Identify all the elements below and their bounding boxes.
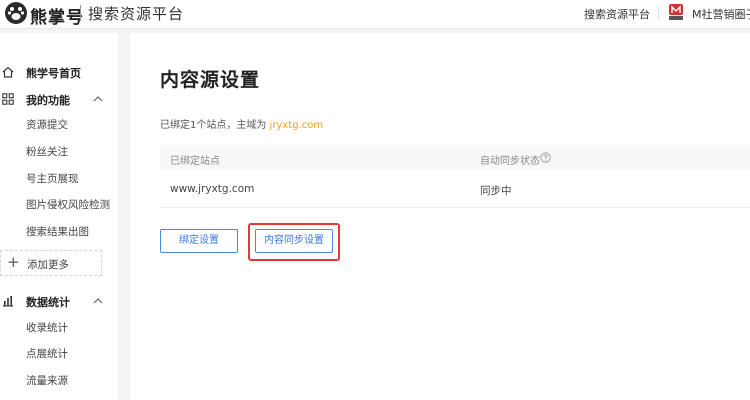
top-header: 熊掌号 搜索资源平台 搜索资源平台 M社营销圈子: [0, 0, 750, 29]
add-more-label: 添加更多: [27, 259, 69, 271]
sidebar-group-stats[interactable]: 数据统计: [0, 292, 118, 312]
cell-site: www.jryxtg.com: [170, 183, 255, 195]
content-sync-settings-button[interactable]: 内容同步设置: [255, 229, 333, 253]
bind-domain-link[interactable]: jryxtg.com: [270, 120, 324, 131]
plus-icon: +: [7, 253, 20, 271]
sidebar: 熊学号首页 我的功能 资源提交 粉丝关注 号主页展现 图片侵权风险检测 搜索结果…: [0, 33, 118, 400]
bind-info-text: 已绑定1个站点，主域为: [160, 120, 270, 131]
sidebar-item-home[interactable]: 熊学号首页: [0, 63, 118, 83]
sidebar-item-index-stats[interactable]: 收录统计: [26, 320, 68, 335]
brand-name[interactable]: 熊掌号: [30, 3, 84, 28]
sidebar-item-resource-submit[interactable]: 资源提交: [26, 117, 68, 132]
chevron-up-icon[interactable]: [93, 297, 103, 305]
table-header: 已绑定站点 自动同步状态: [160, 145, 750, 171]
sidebar-item-image-infringement[interactable]: 图片侵权风险检测: [26, 197, 110, 212]
bind-info: 已绑定1个站点，主域为 jryxtg.com: [160, 116, 323, 131]
sidebar-item-fans[interactable]: 粉丝关注: [26, 144, 68, 159]
user-name[interactable]: M社营销圈子: [692, 6, 750, 22]
bar-chart-icon: [3, 296, 13, 307]
bind-settings-button[interactable]: 绑定设置: [160, 229, 238, 253]
main-content: 内容源设置 已绑定1个站点，主域为 jryxtg.com 已绑定站点 自动同步状…: [130, 33, 750, 400]
brand-divider: [80, 5, 81, 21]
home-icon: [2, 66, 14, 78]
sidebar-group-functions[interactable]: 我的功能: [0, 90, 118, 110]
header-divider: [658, 6, 659, 20]
sidebar-group-label: 我的功能: [26, 94, 70, 107]
sidebar-item-search-image[interactable]: 搜索结果出图: [26, 224, 89, 239]
search-platform-link[interactable]: 搜索资源平台: [584, 6, 650, 22]
help-circle-icon[interactable]: [540, 152, 551, 163]
sidebar-item-display-stats[interactable]: 点展统计: [26, 346, 68, 361]
chevron-up-icon[interactable]: [93, 95, 103, 103]
table-row: www.jryxtg.com 同步中: [160, 171, 750, 208]
column-header-sync-status: 自动同步状态: [480, 156, 540, 167]
column-header-site: 已绑定站点: [170, 156, 220, 167]
grid-icon: [2, 93, 14, 105]
brand-subtitle: 搜索资源平台: [88, 5, 185, 23]
cell-sync-status: 同步中: [480, 185, 512, 197]
add-more-button[interactable]: + 添加更多: [0, 250, 102, 276]
avatar[interactable]: [668, 3, 684, 21]
sidebar-item-traffic-source[interactable]: 流量来源: [26, 373, 68, 388]
sidebar-item-homepage-display[interactable]: 号主页展现: [26, 171, 79, 186]
paw-icon[interactable]: [4, 1, 28, 25]
sidebar-group-label: 数据统计: [26, 296, 70, 309]
page-title: 内容源设置: [160, 69, 261, 91]
sidebar-item-label: 熊学号首页: [26, 67, 81, 80]
